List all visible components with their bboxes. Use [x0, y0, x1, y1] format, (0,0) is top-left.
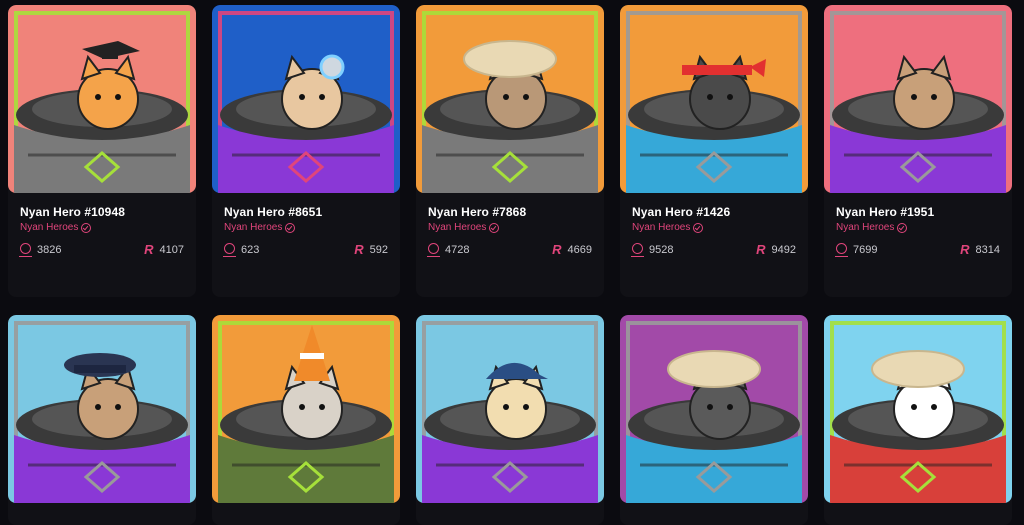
collection-link[interactable]: Nyan Heroes — [224, 222, 388, 233]
nft-card[interactable]: Nyan Hero #1951 Nyan Heroes 7699 R 8314 — [824, 5, 1012, 297]
collection-link[interactable]: Nyan Heroes — [428, 222, 592, 233]
left-stat: 9528 — [631, 243, 674, 257]
stat-icon — [835, 243, 848, 257]
nft-info: Nyan Hero #1951 Nyan Heroes 7699 R 8314 — [824, 193, 1012, 257]
nft-image[interactable] — [8, 315, 196, 503]
collection-name: Nyan Heroes — [836, 222, 895, 233]
rarity-icon: R — [552, 242, 562, 257]
nft-name: Nyan Hero #7868 — [428, 205, 527, 219]
right-stat: R 4669 — [552, 242, 592, 257]
left-stat-value: 9528 — [649, 243, 674, 256]
nft-card[interactable]: Nyan Hero #8651 Nyan Heroes 623 R 592 — [212, 5, 400, 297]
nft-card[interactable]: Nyan Hero #7868 Nyan Heroes 4728 R 4669 — [416, 5, 604, 297]
nft-card[interactable] — [212, 315, 400, 525]
collection-name: Nyan Heroes — [428, 222, 487, 233]
nft-image[interactable] — [620, 5, 808, 193]
nft-stats: 623 R 592 — [223, 242, 388, 257]
left-stat-value: 623 — [241, 243, 260, 256]
right-stat: R 592 — [354, 242, 388, 257]
nft-image[interactable] — [212, 315, 400, 503]
nft-card[interactable]: Nyan Hero #10948 Nyan Heroes 3826 R 4107 — [8, 5, 196, 297]
right-stat-value: 592 — [369, 243, 388, 256]
stat-icon — [19, 243, 32, 257]
right-stat-value: 9492 — [771, 243, 796, 256]
nft-image[interactable] — [824, 315, 1012, 503]
left-stat: 3826 — [19, 243, 62, 257]
left-stat: 623 — [223, 243, 260, 257]
nft-name: Nyan Hero #8651 — [224, 205, 323, 219]
nft-image[interactable] — [416, 5, 604, 193]
verified-icon — [81, 222, 92, 233]
left-stat-value: 4728 — [445, 243, 470, 256]
nft-info: Nyan Hero #1426 Nyan Heroes 9528 R 9492 — [620, 193, 808, 257]
right-stat: R 4107 — [144, 242, 184, 257]
nft-stats: 3826 R 4107 — [19, 242, 184, 257]
collection-link[interactable]: Nyan Heroes — [632, 222, 796, 233]
right-stat: R 9492 — [756, 242, 796, 257]
nft-info: Nyan Hero #10948 Nyan Heroes 3826 R 4107 — [8, 193, 196, 257]
verified-icon — [285, 222, 296, 233]
nft-grid: Nyan Hero #10948 Nyan Heroes 3826 R 4107 — [8, 5, 1018, 525]
right-stat-value: 8314 — [975, 243, 1000, 256]
nft-stats: 9528 R 9492 — [631, 242, 796, 257]
collection-name: Nyan Heroes — [224, 222, 283, 233]
nft-card[interactable]: Nyan Hero #1426 Nyan Heroes 9528 R 9492 — [620, 5, 808, 297]
verified-icon — [693, 222, 704, 233]
verified-icon — [897, 222, 908, 233]
nft-image[interactable] — [8, 5, 196, 193]
collection-name: Nyan Heroes — [632, 222, 691, 233]
stat-icon — [631, 243, 644, 257]
nft-card[interactable] — [8, 315, 196, 525]
stat-icon — [223, 243, 236, 257]
right-stat: R 8314 — [960, 242, 1000, 257]
nft-name: Nyan Hero #1426 — [632, 205, 731, 219]
rarity-icon: R — [960, 242, 970, 257]
collection-name: Nyan Heroes — [20, 222, 79, 233]
left-stat: 7699 — [835, 243, 878, 257]
right-stat-value: 4107 — [159, 243, 184, 256]
nft-card[interactable] — [620, 315, 808, 525]
collection-link[interactable]: Nyan Heroes — [20, 222, 184, 233]
stat-icon — [427, 243, 440, 257]
right-stat-value: 4669 — [567, 243, 592, 256]
nft-name: Nyan Hero #1951 — [836, 205, 935, 219]
rarity-icon: R — [144, 242, 154, 257]
left-stat-value: 7699 — [853, 243, 878, 256]
nft-name: Nyan Hero #10948 — [20, 205, 125, 219]
nft-stats: 7699 R 8314 — [835, 242, 1000, 257]
nft-image[interactable] — [416, 315, 604, 503]
nft-stats: 4728 R 4669 — [427, 242, 592, 257]
nft-info: Nyan Hero #8651 Nyan Heroes 623 R 592 — [212, 193, 400, 257]
rarity-icon: R — [756, 242, 766, 257]
nft-info: Nyan Hero #7868 Nyan Heroes 4728 R 4669 — [416, 193, 604, 257]
verified-icon — [489, 222, 500, 233]
collection-link[interactable]: Nyan Heroes — [836, 222, 1000, 233]
nft-image[interactable] — [620, 315, 808, 503]
rarity-icon: R — [354, 242, 364, 257]
nft-card[interactable] — [416, 315, 604, 525]
nft-card[interactable] — [824, 315, 1012, 525]
nft-image[interactable] — [824, 5, 1012, 193]
nft-image[interactable] — [212, 5, 400, 193]
left-stat: 4728 — [427, 243, 470, 257]
left-stat-value: 3826 — [37, 243, 62, 256]
